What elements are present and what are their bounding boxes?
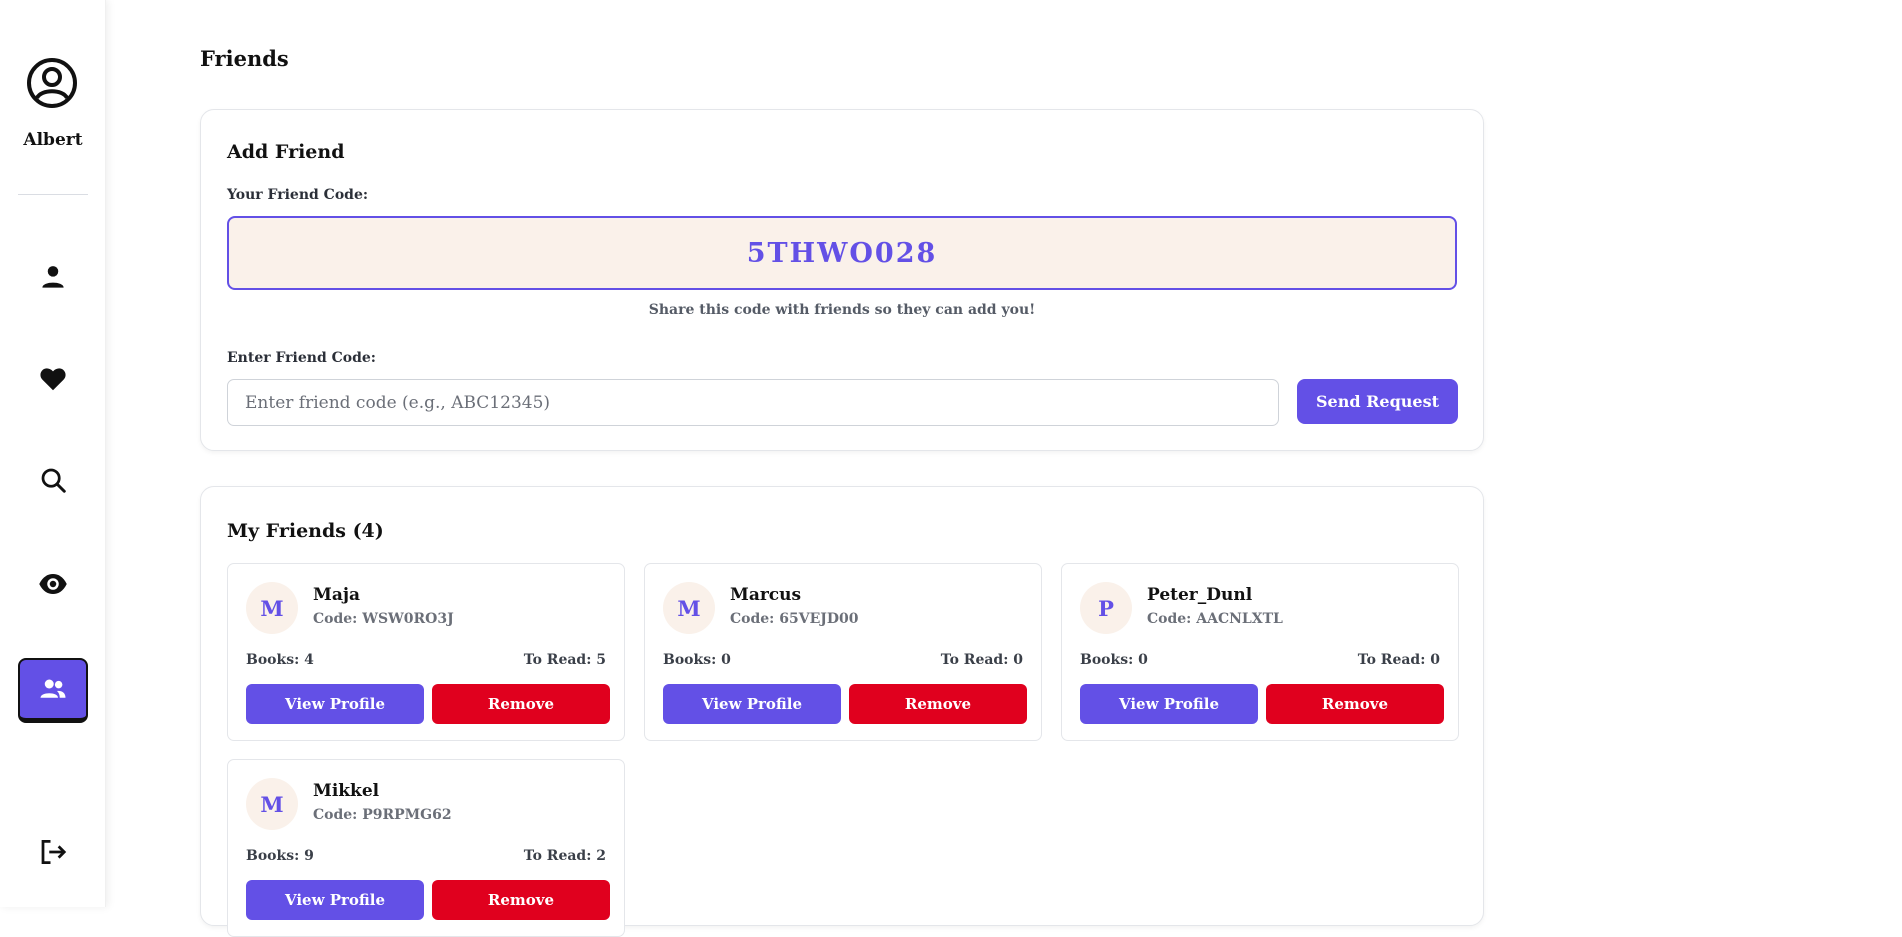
friend-code: Code: WSW0RO3J — [313, 611, 454, 627]
add-friend-card: Add Friend Your Friend Code: 5THWO028 Sh… — [200, 109, 1484, 451]
view-profile-button[interactable]: View Profile — [1080, 684, 1258, 724]
friend-code: Code: 65VEJD00 — [730, 611, 859, 627]
friend-name: Peter_Dunl — [1147, 585, 1253, 605]
nav-item-favorites[interactable] — [18, 349, 88, 409]
enter-code-label: Enter Friend Code: — [227, 350, 376, 366]
friend-to-read-count: To Read: 2 — [523, 848, 606, 864]
friend-code: Code: P9RPMG62 — [313, 807, 452, 823]
sidebar-divider — [18, 194, 88, 195]
remove-friend-button[interactable]: Remove — [1266, 684, 1444, 724]
user-circle-icon[interactable] — [26, 57, 78, 109]
friend-card-marcus: M Marcus Code: 65VEJD00 Books: 0 To Read… — [644, 563, 1042, 741]
sidebar: Albert — [0, 0, 106, 907]
nav-item-search[interactable] — [18, 450, 88, 510]
friend-books-count: Books: 4 — [246, 652, 314, 668]
remove-friend-button[interactable]: Remove — [849, 684, 1027, 724]
nav-item-watching[interactable] — [18, 554, 88, 614]
friend-to-read-count: To Read: 0 — [940, 652, 1023, 668]
friend-books-count: Books: 0 — [663, 652, 731, 668]
my-friends-title: My Friends (4) — [227, 520, 384, 542]
share-hint: Share this code with friends so they can… — [648, 302, 1036, 318]
search-icon — [41, 468, 66, 493]
friend-avatar: M — [246, 778, 298, 830]
friends-icon — [40, 679, 66, 698]
friend-code-input[interactable] — [227, 379, 1279, 426]
eye-icon — [39, 574, 67, 594]
remove-friend-button[interactable]: Remove — [432, 880, 610, 920]
nav-item-friends[interactable] — [18, 658, 88, 723]
heart-icon — [40, 368, 66, 391]
add-friend-title: Add Friend — [227, 141, 345, 163]
friend-code: Code: AACNLXTL — [1147, 611, 1283, 627]
your-code-label: Your Friend Code: — [227, 187, 369, 203]
friend-to-read-count: To Read: 5 — [523, 652, 606, 668]
page-title: Friends — [200, 46, 289, 71]
nav-item-profile[interactable] — [18, 247, 88, 307]
my-friends-card: My Friends (4) M Maja Code: WSW0RO3J Boo… — [200, 486, 1484, 937]
friend-card-mikkel: M Mikkel Code: P9RPMG62 Books: 9 To Read… — [227, 759, 625, 937]
friend-name: Marcus — [730, 585, 802, 605]
friend-name: Maja — [313, 585, 360, 605]
user-name: Albert — [23, 130, 83, 150]
view-profile-button[interactable]: View Profile — [663, 684, 841, 724]
friend-avatar: P — [1080, 582, 1132, 634]
view-profile-button[interactable]: View Profile — [246, 880, 424, 920]
friend-books-count: Books: 0 — [1080, 652, 1148, 668]
view-profile-button[interactable]: View Profile — [246, 684, 424, 724]
friend-name: Mikkel — [313, 781, 380, 801]
friend-avatar: M — [246, 582, 298, 634]
logout-icon — [41, 840, 67, 864]
person-icon — [42, 266, 64, 288]
send-request-button[interactable]: Send Request — [1297, 379, 1458, 424]
nav-item-logout[interactable] — [18, 822, 88, 882]
friend-card-peter: P Peter_Dunl Code: AACNLXTL Books: 0 To … — [1061, 563, 1459, 741]
friend-books-count: Books: 9 — [246, 848, 314, 864]
friend-code-display: 5THWO028 — [227, 216, 1457, 290]
friend-card-maja: M Maja Code: WSW0RO3J Books: 4 To Read: … — [227, 563, 625, 741]
friend-to-read-count: To Read: 0 — [1357, 652, 1440, 668]
friend-avatar: M — [663, 582, 715, 634]
remove-friend-button[interactable]: Remove — [432, 684, 610, 724]
